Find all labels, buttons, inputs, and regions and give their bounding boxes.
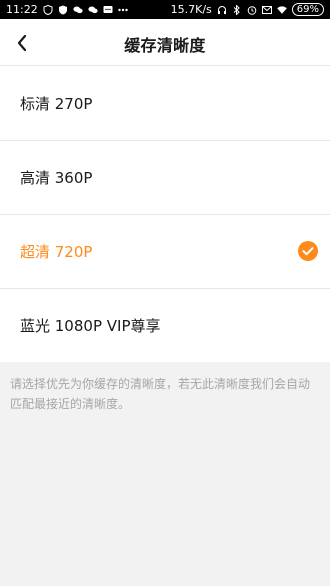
page-title: 缓存清晰度 bbox=[124, 36, 206, 55]
status-right: 15.7K/s 69% bbox=[171, 3, 324, 16]
wechat-icon bbox=[73, 5, 83, 15]
option-360p[interactable]: 高清 360P bbox=[0, 140, 330, 214]
shield-icon bbox=[43, 4, 53, 15]
headphones-icon bbox=[217, 5, 227, 15]
option-label: 标清 270P bbox=[20, 94, 93, 113]
hint-text: 请选择优先为你缓存的清晰度，若无此清晰度我们会自动匹配最接近的清晰度。 bbox=[10, 377, 311, 411]
wechat-icon bbox=[88, 5, 98, 15]
more-icon bbox=[118, 5, 128, 15]
status-time: 11:22 bbox=[6, 3, 38, 16]
alarm-icon bbox=[247, 5, 257, 15]
option-1080p[interactable]: 蓝光 1080P VIP尊享 bbox=[0, 288, 330, 362]
battery-indicator: 69% bbox=[291, 3, 324, 16]
wifi-icon bbox=[277, 5, 287, 15]
sms-icon bbox=[103, 5, 113, 15]
security-icon bbox=[58, 5, 68, 15]
mail-icon bbox=[261, 5, 272, 15]
option-label: 高清 360P bbox=[20, 168, 93, 187]
bluetooth-icon bbox=[232, 4, 242, 15]
status-left: 11:22 bbox=[6, 3, 128, 16]
network-speed: 15.7K/s bbox=[170, 3, 212, 16]
check-icon bbox=[298, 241, 318, 261]
option-270p[interactable]: 标清 270P bbox=[0, 66, 330, 140]
option-label: 超清 720P bbox=[20, 242, 93, 261]
option-720p[interactable]: 超清 720P bbox=[0, 214, 330, 288]
status-bar: 11:22 15.7K/s 69% bbox=[0, 0, 330, 19]
option-label: 蓝光 1080P VIP尊享 bbox=[20, 316, 161, 335]
nav-bar: 缓存清晰度 bbox=[0, 19, 330, 66]
quality-options: 标清 270P 高清 360P 超清 720P 蓝光 1080P VIP尊享 bbox=[0, 66, 330, 362]
